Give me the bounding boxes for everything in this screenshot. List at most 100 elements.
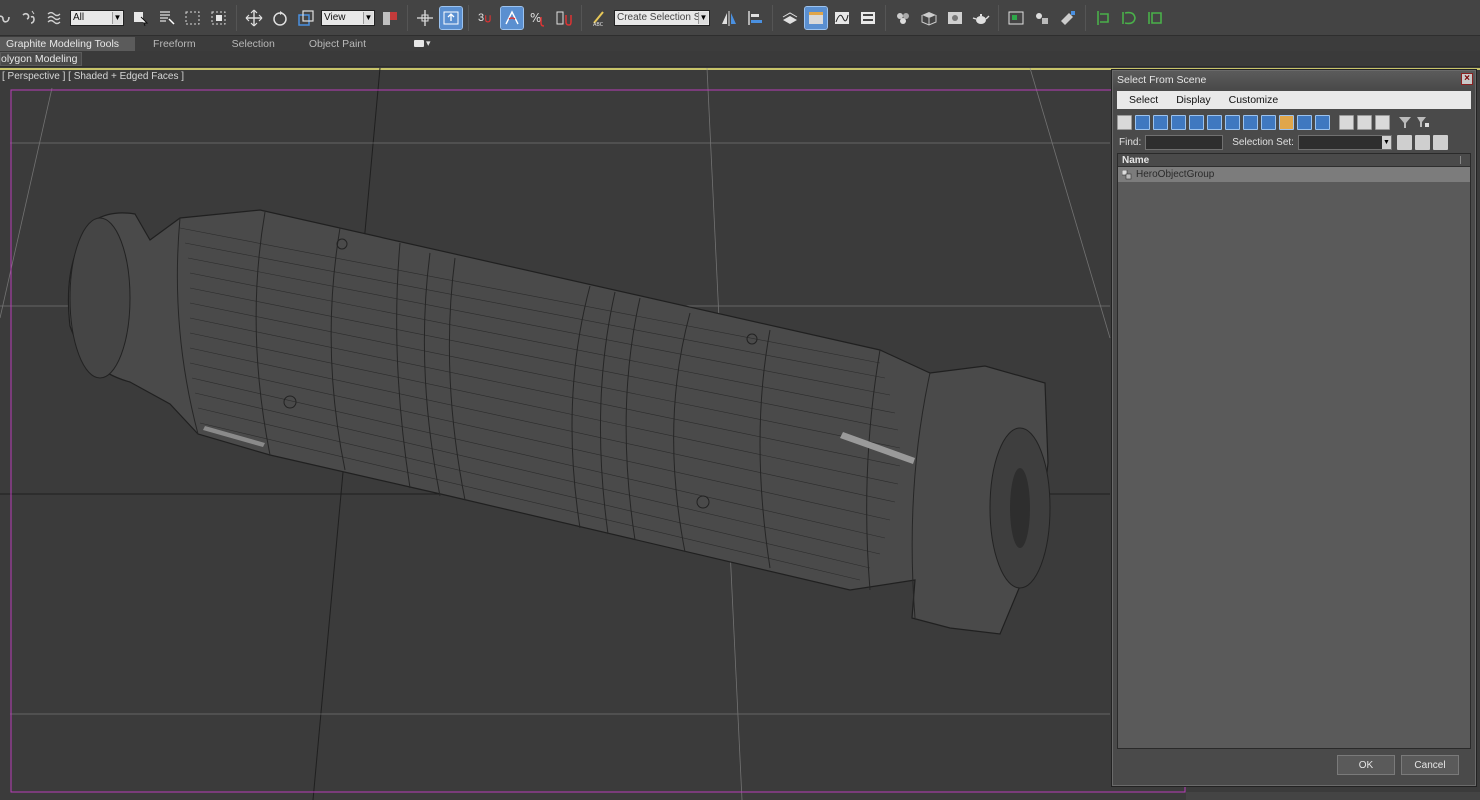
column-header-name[interactable]: Name (1118, 154, 1470, 167)
snap-toggle-icon[interactable]: 3 (475, 7, 497, 29)
tab-freeform[interactable]: Freeform (135, 37, 224, 51)
edit-named-selection-icon[interactable]: ABC (588, 7, 610, 29)
polygon-modeling-panel[interactable]: olygon Modeling (0, 52, 83, 66)
display-cameras-icon[interactable] (1171, 114, 1186, 130)
rotate-icon[interactable] (269, 7, 291, 29)
ok-button[interactable]: OK (1337, 755, 1395, 775)
column-header-label: Name (1122, 155, 1150, 166)
viewport-label[interactable]: [ Perspective ] [ Shaded + Edged Faces ] (2, 71, 184, 82)
reference-coordinate-dropdown[interactable]: View ▼ (321, 9, 375, 26)
invert-selection-icon[interactable] (1375, 114, 1390, 130)
ribbon-options-dropdown[interactable]: ▾ (414, 38, 431, 49)
cancel-button[interactable]: Cancel (1401, 755, 1459, 775)
ribbon-panel: olygon Modeling (0, 51, 1480, 67)
dialog-menu-bar: Select Display Customize (1117, 91, 1471, 109)
keyboard-shortcut-override-icon[interactable] (439, 5, 463, 30)
remove-from-selection-set-icon[interactable] (1432, 134, 1448, 150)
scale-icon[interactable] (295, 7, 317, 29)
toolbar-separator (581, 4, 582, 31)
toolbar-separator (468, 4, 469, 31)
dialog-title: Select From Scene (1117, 73, 1207, 86)
menu-customize[interactable]: Customize (1217, 94, 1285, 106)
list-item-name: HeroObjectGroup (1136, 169, 1215, 180)
create-selection-set-icon[interactable] (1396, 134, 1412, 150)
percent-snap-toggle-icon[interactable]: % (527, 7, 549, 29)
display-lights-icon[interactable] (1153, 114, 1168, 130)
select-by-name-icon[interactable] (156, 7, 178, 29)
rendered-frame-window-icon[interactable] (944, 7, 966, 29)
scene-object-list[interactable]: Name HeroObjectGroup (1117, 153, 1471, 749)
angle-snap-toggle-icon[interactable] (500, 5, 524, 30)
selection-filter-dropdown[interactable]: All ▼ (70, 9, 124, 26)
graphite-toggle-icon[interactable] (804, 5, 828, 30)
filter-options-icon[interactable] (1415, 115, 1430, 130)
find-bar: Find: Selection Set: ▼ (1117, 133, 1471, 151)
tab-object-paint[interactable]: Object Paint (301, 37, 380, 51)
chevron-down-icon: ▼ (698, 11, 708, 24)
add-to-selection-set-icon[interactable] (1414, 134, 1430, 150)
display-xrefs-icon[interactable] (1243, 114, 1258, 130)
svg-text:ABC: ABC (593, 22, 604, 27)
find-input[interactable] (1145, 134, 1224, 150)
named-selection-value: Create Selection Se (617, 12, 706, 23)
chevron-down-icon: ▼ (112, 11, 122, 24)
unlink-icon[interactable] (18, 7, 40, 29)
status-strip (1186, 792, 1480, 800)
move-icon[interactable] (243, 7, 265, 29)
toolbar-separator (1085, 4, 1086, 31)
select-from-scene-dialog: Select From Scene × Select Display Custo… (1112, 70, 1476, 786)
list-item[interactable]: HeroObjectGroup (1118, 167, 1470, 182)
curve-editor-icon[interactable] (831, 7, 853, 29)
brush-tool-icon[interactable] (1057, 7, 1079, 29)
display-shapes-icon[interactable] (1135, 114, 1150, 130)
layer-manager-icon[interactable] (779, 7, 801, 29)
group-icon (1122, 169, 1132, 179)
chevron-down-icon: ▾ (426, 38, 431, 48)
mirror-icon[interactable] (718, 7, 740, 29)
selection-set-dropdown[interactable]: ▼ (1297, 134, 1392, 150)
key-mode-icon[interactable] (1092, 7, 1114, 29)
pivot-center-icon[interactable] (379, 7, 401, 29)
rectangular-selection-region-icon[interactable] (182, 7, 204, 29)
named-selection-dropdown[interactable]: Create Selection Se ▼ (614, 9, 710, 26)
display-geometry-icon[interactable] (1117, 114, 1132, 130)
main-toolbar: All ▼ View ▼ 3 % ABC Create Selection Se… (0, 0, 1480, 36)
chevron-down-icon: ▼ (1381, 135, 1391, 149)
toolbar-separator (407, 4, 408, 31)
material-editor-icon[interactable] (892, 7, 914, 29)
menu-select[interactable]: Select (1117, 94, 1164, 106)
reference-coordinate-value: View (324, 12, 346, 23)
scene-explorer-icon[interactable] (1005, 7, 1027, 29)
select-none-icon[interactable] (1357, 114, 1372, 130)
schematic-view-icon[interactable] (857, 7, 879, 29)
render-setup-icon[interactable] (918, 7, 940, 29)
display-containers-icon[interactable] (1279, 114, 1294, 130)
close-icon[interactable]: × (1461, 73, 1473, 85)
dialog-title-bar[interactable]: Select From Scene × (1113, 71, 1475, 88)
dialog-buttons: OK Cancel (1113, 755, 1475, 777)
selection-filter-value: All (73, 12, 85, 23)
align-icon[interactable] (744, 7, 766, 29)
filter-icon[interactable] (1397, 115, 1412, 130)
display-groups-icon[interactable] (1225, 114, 1240, 130)
tab-graphite-modeling-tools[interactable]: Graphite Modeling Tools (0, 36, 136, 51)
render-teapot-icon[interactable] (970, 7, 992, 29)
spinner-snap-toggle-icon[interactable] (553, 7, 575, 29)
autokey-icon[interactable] (1118, 7, 1140, 29)
select-manipulate-icon[interactable] (414, 7, 436, 29)
objects-icon[interactable] (1031, 7, 1053, 29)
select-link-icon[interactable] (0, 7, 14, 29)
select-all-icon[interactable] (1339, 114, 1354, 130)
display-frozen-icon[interactable] (1297, 114, 1312, 130)
display-bones-icon[interactable] (1261, 114, 1276, 130)
window-crossing-icon[interactable] (208, 7, 230, 29)
set-key-icon[interactable] (1144, 7, 1166, 29)
display-spacewarps-icon[interactable] (1207, 114, 1222, 130)
bind-spacewarp-icon[interactable] (44, 7, 66, 29)
display-hidden-icon[interactable] (1315, 114, 1330, 130)
tab-selection[interactable]: Selection (224, 37, 301, 51)
select-object-icon[interactable] (130, 7, 152, 29)
toolbar-separator (772, 4, 773, 31)
display-helpers-icon[interactable] (1189, 114, 1204, 130)
menu-display[interactable]: Display (1164, 94, 1216, 106)
